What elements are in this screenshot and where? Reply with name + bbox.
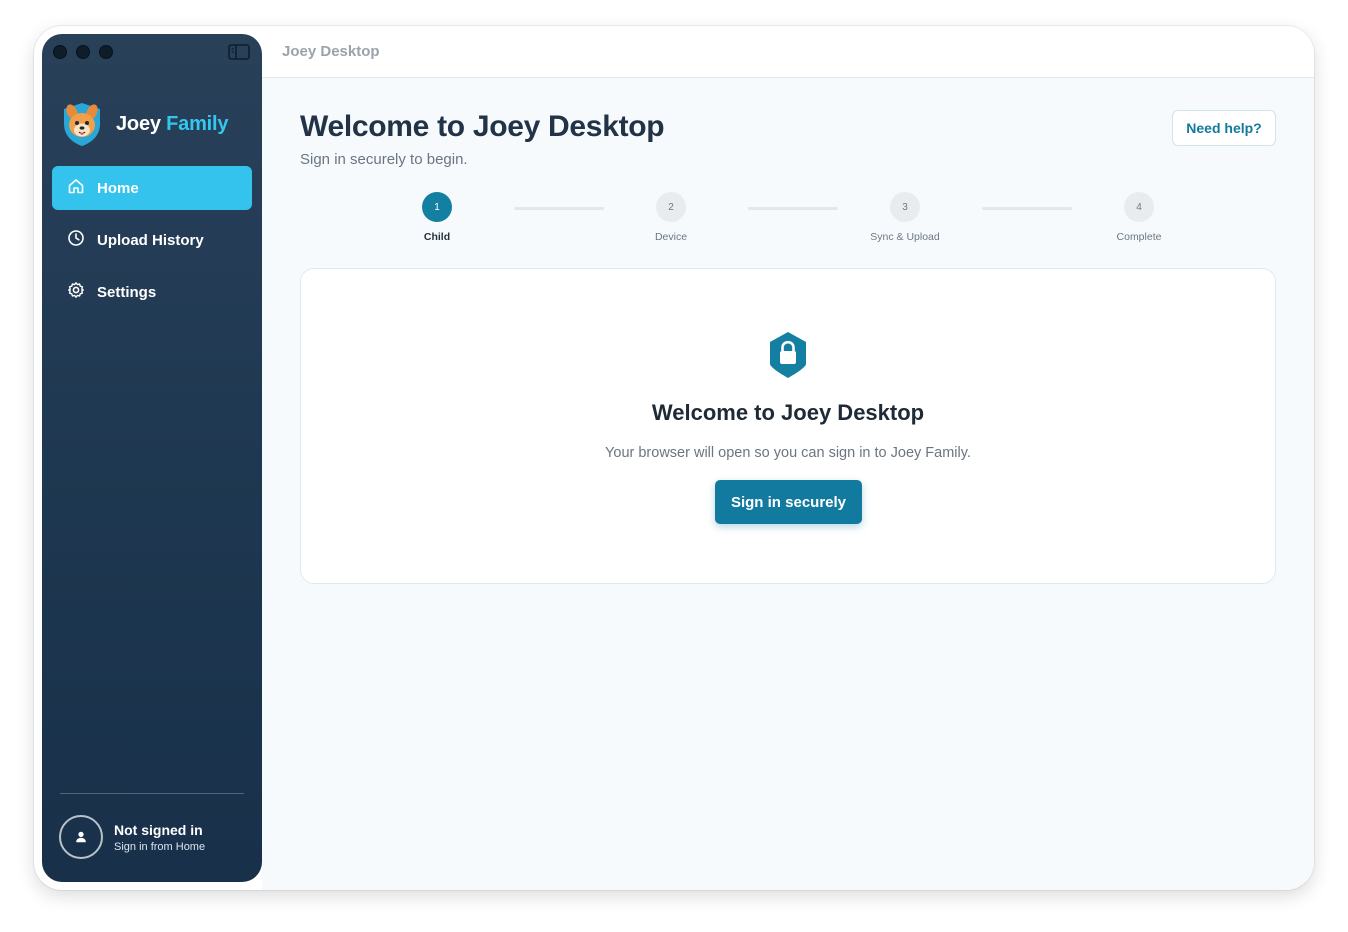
- sidebar-item-settings[interactable]: Settings: [52, 270, 252, 314]
- close-window-button[interactable]: [53, 45, 67, 59]
- step-sync-upload: 3 Sync & Upload: [845, 192, 965, 243]
- card-title: Welcome to Joey Desktop: [651, 400, 925, 425]
- sidebar-nav: Home Upload History Settings: [52, 166, 252, 322]
- step-number: 3: [890, 192, 920, 222]
- sidebar-divider: [60, 793, 244, 794]
- clock-icon: [67, 229, 85, 251]
- avatar: [59, 815, 103, 859]
- home-icon: [67, 177, 85, 199]
- step-complete: 4 Complete: [1079, 192, 1199, 243]
- app-window: Joey Family Home Upload History Settings…: [34, 26, 1314, 890]
- window-controls: [53, 45, 113, 59]
- brand-name: Joey Family: [116, 112, 229, 136]
- sidebar-toggle-icon[interactable]: [228, 44, 250, 60]
- window-title: Joey Desktop: [282, 43, 380, 60]
- sidebar: Joey Family Home Upload History Settings…: [42, 34, 262, 882]
- step-number: 4: [1124, 192, 1154, 222]
- brand-name-joey: Joey: [116, 112, 161, 135]
- step-label: Child: [423, 231, 451, 243]
- user-icon: [76, 831, 86, 843]
- page-title: Welcome to Joey Desktop: [300, 110, 665, 143]
- step-label: Complete: [1116, 231, 1162, 243]
- account-hint: Sign in from Home: [114, 840, 206, 853]
- sidebar-item-home[interactable]: Home: [52, 166, 252, 210]
- sidebar-item-label: Home: [97, 179, 139, 197]
- sidebar-item-upload-history[interactable]: Upload History: [52, 218, 252, 262]
- sign-in-card: Welcome to Joey Desktop Your browser wil…: [300, 268, 1276, 584]
- step-label: Device: [654, 231, 688, 243]
- step-device: 2 Device: [611, 192, 731, 243]
- sidebar-item-label: Settings: [97, 283, 157, 301]
- step-number: 2: [656, 192, 686, 222]
- account-status-label: Not signed in: [114, 821, 203, 838]
- main-content: Joey Desktop Welcome to Joey Desktop Sig…: [262, 26, 1314, 890]
- card-description: Your browser will open so you can sign i…: [605, 445, 971, 461]
- step-label: Sync & Upload: [870, 231, 940, 243]
- maximize-window-button[interactable]: [99, 45, 113, 59]
- account-status[interactable]: Not signed in Sign in from Home: [59, 815, 205, 859]
- page-subtitle: Sign in securely to begin.: [300, 151, 468, 168]
- minimize-window-button[interactable]: [76, 45, 90, 59]
- account-text: Not signed in Sign in from Home: [114, 822, 205, 853]
- gear-icon: [67, 281, 85, 303]
- shield-lock-icon: [768, 331, 808, 379]
- sign-in-button[interactable]: Sign in securely: [715, 480, 862, 524]
- progress-stepper: 1 Child 2 Device 3 Sync & Upload 4 Compl…: [262, 192, 1314, 252]
- brand: Joey Family: [60, 100, 229, 148]
- need-help-button[interactable]: Need help?: [1172, 110, 1276, 146]
- step-child: 1 Child: [377, 192, 497, 243]
- titlebar: Joey Desktop: [262, 26, 1314, 78]
- joey-logo-icon: [60, 100, 104, 148]
- step-number: 1: [422, 192, 452, 222]
- brand-name-family: Family: [166, 112, 229, 135]
- sidebar-item-label: Upload History: [97, 231, 204, 249]
